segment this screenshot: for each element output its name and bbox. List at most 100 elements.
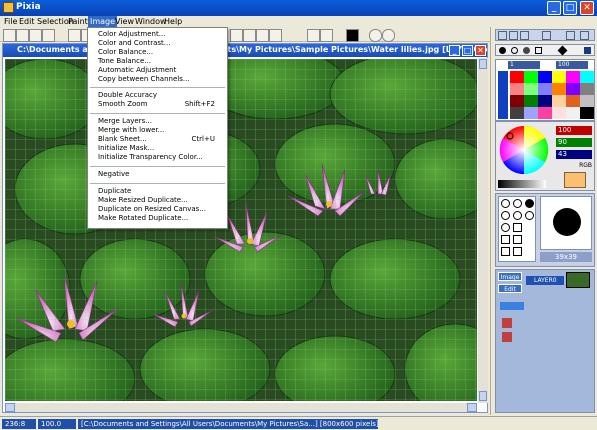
brush-preset-icon[interactable]	[513, 211, 522, 220]
line-tool-icon[interactable]	[320, 29, 333, 42]
blue-value[interactable]: 43	[556, 150, 592, 159]
palette-swatches[interactable]	[510, 71, 594, 119]
menu-item-initialize-transparency-color[interactable]: Initialize Transparency Color...	[98, 153, 203, 162]
layer-trash-icon[interactable]	[502, 332, 512, 342]
brush-panel: 39x39	[495, 193, 595, 267]
brush-preset-icon[interactable]	[525, 199, 534, 208]
document-title-bar: C:\Documents and Settings\All Users\Docu…	[3, 44, 487, 57]
undo-icon[interactable]	[68, 29, 81, 42]
open-folder-icon[interactable]	[16, 29, 29, 42]
menu-item-duplicate-on-resized-canvas[interactable]: Duplicate on Resized Canvas...	[98, 205, 206, 214]
menu-item-double-accuracy[interactable]: Double Accuracy	[98, 91, 157, 100]
brush-circle-icon[interactable]	[511, 47, 518, 54]
red-value[interactable]: 100	[556, 126, 592, 135]
panel-arrows-icon[interactable]	[580, 31, 589, 40]
panel-tool-icon-4[interactable]	[542, 31, 551, 40]
layer-blend-button[interactable]	[500, 302, 524, 310]
select-tool-icon[interactable]	[230, 29, 243, 42]
menu-item-make-resized-duplicate[interactable]: Make Resized Duplicate...	[98, 196, 188, 205]
brush-preset-icon[interactable]	[525, 211, 534, 220]
image-canvas[interactable]	[5, 59, 477, 401]
save-icon[interactable]	[29, 29, 42, 42]
fill-tool-icon[interactable]	[256, 29, 269, 42]
menu-item-merge-layers[interactable]: Merge Layers...	[98, 117, 152, 126]
dropdown-icon[interactable]	[584, 47, 591, 54]
minimize-button[interactable]: _	[547, 1, 561, 15]
brush-presets[interactable]	[498, 196, 536, 262]
brush-round-icon[interactable]	[499, 47, 506, 54]
menu-item-blank-sheet[interactable]: Blank Sheet...	[98, 135, 147, 144]
menu-item-negative[interactable]: Negative	[98, 170, 129, 179]
vertical-scrollbar[interactable]	[478, 58, 488, 403]
app-icon	[3, 2, 14, 13]
image-menu-dropdown: Color Adjustment... Color and Contrast..…	[87, 27, 228, 229]
panel-close-icon[interactable]	[566, 31, 575, 40]
brush-preset-icon[interactable]	[513, 247, 522, 256]
panel-tool-icon-2[interactable]	[509, 31, 518, 40]
menu-item-automatic-adjustment[interactable]: Automatic Adjustment	[98, 66, 176, 75]
layer-delete-icon[interactable]	[502, 318, 512, 328]
brush-spray-icon[interactable]	[523, 47, 530, 54]
edit-tab[interactable]: Edit	[498, 284, 522, 293]
brush-preset-icon[interactable]	[501, 247, 510, 256]
gradient-bar[interactable]	[498, 180, 546, 188]
green-value[interactable]: 90	[556, 138, 592, 147]
menu-item-duplicate[interactable]: Duplicate	[98, 187, 131, 196]
menu-paint[interactable]: Paint	[66, 16, 90, 27]
menu-item-merge-with-lower[interactable]: Merge with lower...	[98, 126, 164, 135]
menu-item-color-balance[interactable]: Color Balance...	[98, 48, 153, 57]
brush-size-label[interactable]: 39x39	[540, 252, 592, 262]
color-wheel[interactable]	[498, 124, 550, 176]
palette-opacity: 100	[556, 61, 588, 69]
image-tab[interactable]: Image	[498, 272, 522, 281]
menu-item-color-adjustment[interactable]: Color Adjustment...	[98, 30, 165, 39]
color-swatch-icon[interactable]	[346, 29, 359, 42]
brush-diamond-icon[interactable]	[557, 45, 568, 56]
scroll-up-arrow-icon[interactable]	[479, 59, 487, 69]
horizontal-scrollbar[interactable]	[5, 403, 477, 412]
brush-preset-icon[interactable]	[501, 211, 510, 220]
brush-preset-icon[interactable]	[513, 223, 522, 232]
layer-thumbnail[interactable]	[566, 272, 590, 288]
brush-preset-icon[interactable]	[501, 199, 510, 208]
doc-minimize-button[interactable]: _	[449, 45, 460, 56]
brush-preset-icon[interactable]	[501, 235, 510, 244]
current-color-swatch[interactable]	[564, 172, 586, 188]
pen-tool-icon[interactable]	[307, 29, 320, 42]
menu-item-initialize-mask[interactable]: Initialize Mask...	[98, 144, 154, 153]
brush-preset-icon[interactable]	[513, 235, 522, 244]
headphone-icon-2[interactable]	[382, 29, 395, 42]
menu-item-smooth-zoom[interactable]: Smooth Zoom	[98, 100, 147, 109]
doc-close-button[interactable]: ✕	[475, 45, 486, 56]
grid-tool-icon[interactable]	[269, 29, 282, 42]
layer-row[interactable]: LAYER0	[526, 276, 564, 285]
menu-item-tone-balance[interactable]: Tone Balance...	[98, 57, 151, 66]
menu-item-make-rotated-duplicate[interactable]: Make Rotated Duplicate...	[98, 214, 188, 223]
brush-square-icon[interactable]	[535, 47, 542, 54]
menu-separator	[90, 166, 225, 167]
color-palette[interactable]: 1 100	[495, 59, 595, 121]
scroll-left-arrow-icon[interactable]	[5, 403, 15, 412]
menu-help[interactable]: Help	[162, 16, 184, 27]
menu-edit[interactable]: Edit	[17, 16, 37, 27]
menu-item-copy-between-channels[interactable]: Copy between Channels...	[98, 75, 190, 84]
layer-name: LAYER0	[534, 277, 557, 284]
palette-selector[interactable]	[498, 71, 508, 119]
lasso-icon[interactable]	[243, 29, 256, 42]
brush-preset-icon[interactable]	[501, 223, 510, 232]
headphone-icon[interactable]	[369, 29, 382, 42]
brush-preset-icon[interactable]	[513, 199, 522, 208]
rgb-mode-label[interactable]: RGB	[556, 162, 592, 170]
panel-tool-icon-1[interactable]	[498, 31, 507, 40]
scroll-right-arrow-icon[interactable]	[467, 403, 477, 412]
print-icon[interactable]	[42, 29, 55, 42]
doc-maximize-button[interactable]: □	[462, 45, 473, 56]
panel-tool-icon-3[interactable]	[520, 31, 529, 40]
maximize-button[interactable]: □	[563, 1, 577, 15]
scroll-down-arrow-icon[interactable]	[479, 391, 487, 401]
shortcut-blank-sheet: Ctrl+U	[191, 135, 215, 143]
color-picker-panel: 100 90 43 RGB	[495, 121, 595, 191]
menu-item-color-and-contrast[interactable]: Color and Contrast...	[98, 39, 170, 48]
new-file-icon[interactable]	[3, 29, 16, 42]
close-button[interactable]: ✕	[580, 1, 594, 15]
